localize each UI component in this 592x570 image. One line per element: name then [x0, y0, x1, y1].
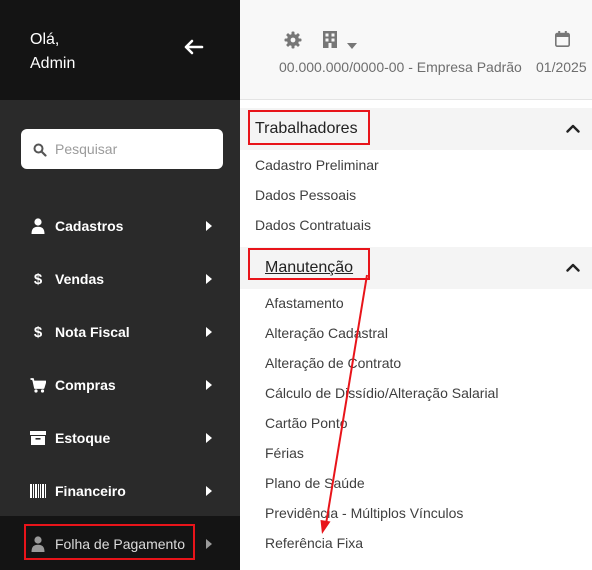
building-icon[interactable] — [323, 31, 337, 53]
submenu-item-label: Cálculo de Dissídio/Alteração Salarial — [265, 385, 499, 401]
caret-right-icon — [206, 486, 212, 496]
sidebar-item-estoque[interactable]: Estoque — [0, 418, 240, 458]
submenu-item-label: Alteração de Contrato — [265, 355, 402, 371]
dollar-icon: $ — [33, 270, 43, 288]
submenu-item[interactable]: Alteração de Contrato — [240, 348, 592, 378]
section-title: Trabalhadores — [255, 120, 358, 137]
sidebar-item-label: Cadastros — [55, 218, 124, 234]
submenu-item-label: Cartão Ponto — [265, 415, 348, 431]
dollar-icon: $ — [33, 323, 43, 341]
submenu-item-label: Referência Fixa — [265, 535, 364, 551]
submenu-item[interactable]: Dados Pessoais — [240, 180, 592, 210]
submenu-item[interactable]: Férias — [240, 438, 592, 468]
caret-right-icon — [206, 274, 212, 284]
sidebar-item-label: Estoque — [55, 430, 111, 446]
submenu-item-label: Férias — [265, 445, 304, 461]
submenu-item-label: Dados Contratuais — [255, 217, 371, 233]
calendar-icon[interactable] — [555, 31, 570, 52]
chevron-up-icon[interactable] — [566, 124, 580, 133]
company-name[interactable]: 00.000.000/0000-00 - Empresa Padrão — [279, 59, 522, 75]
greeting-hello: Olá, — [30, 31, 60, 48]
sidebar-item-folha-de-pagamento[interactable]: Folha de Pagamento — [0, 524, 240, 564]
user-icon — [30, 536, 46, 552]
archive-box-icon — [30, 430, 46, 446]
sidebar-item-label: Financeiro — [55, 483, 126, 499]
search-icon — [33, 143, 47, 157]
submenu-item-label: Plano de Saúde — [265, 475, 365, 491]
top-header: 00.000.000/0000-00 - Empresa Padrão 01/2… — [240, 0, 592, 100]
greeting-username: Admin — [30, 55, 76, 72]
submenu-item-label: Previdência - Múltiplos Vínculos — [265, 505, 464, 521]
submenu-item-label: Afastamento — [265, 295, 344, 311]
chevron-up-icon[interactable] — [566, 263, 580, 272]
sidebar-item-nota-fiscal[interactable]: $ Nota Fiscal — [0, 312, 240, 352]
submenu-item-label: Cadastro Preliminar — [255, 157, 379, 173]
submenu-item[interactable]: Plano de Saúde — [240, 468, 592, 498]
submenu-item[interactable]: Cartão Ponto — [240, 408, 592, 438]
submenu-item[interactable]: Previdência - Múltiplos Vínculos — [240, 498, 592, 528]
sidebar-item-cadastros[interactable]: Cadastros — [0, 206, 240, 246]
gear-icon[interactable] — [284, 31, 302, 54]
submenu-item[interactable]: Referência Fixa — [240, 528, 592, 558]
submenu-item[interactable]: Cadastro Preliminar — [240, 150, 592, 180]
sidebar-header: Olá, Admin — [0, 0, 240, 100]
caret-right-icon — [206, 327, 212, 337]
search-input[interactable] — [55, 135, 215, 163]
sidebar-item-label: Vendas — [55, 271, 105, 287]
sidebar-item-vendas[interactable]: $ Vendas — [0, 259, 240, 299]
sidebar-item-label: Compras — [55, 377, 116, 393]
section-title: Manutenção — [265, 259, 354, 276]
caret-right-icon — [206, 539, 212, 549]
arrow-left-icon[interactable] — [182, 36, 206, 64]
sidebar-item-label: Folha de Pagamento — [55, 536, 185, 552]
user-greeting: Olá, Admin — [30, 28, 75, 76]
submenu-item-label: Alteração Cadastral — [265, 325, 388, 341]
caret-right-icon — [206, 221, 212, 231]
barcode-icon — [30, 483, 46, 499]
submenu-item[interactable]: Afastamento — [240, 288, 592, 318]
sidebar-item-financeiro[interactable]: Financeiro — [0, 471, 240, 511]
chevron-down-icon[interactable] — [347, 36, 357, 54]
submenu-item[interactable]: Dados Contratuais — [240, 210, 592, 240]
cart-icon — [30, 377, 46, 393]
sidebar-item-label: Nota Fiscal — [55, 324, 130, 340]
period-value[interactable]: 01/2025 — [536, 59, 587, 75]
sidebar-search[interactable] — [21, 129, 223, 169]
sidebar-item-compras[interactable]: Compras — [0, 365, 240, 405]
submenu-item[interactable]: Cálculo de Dissídio/Alteração Salarial — [240, 378, 592, 408]
caret-right-icon — [206, 433, 212, 443]
section-manutencao[interactable]: Manutenção — [240, 247, 592, 289]
caret-right-icon — [206, 380, 212, 390]
user-icon — [30, 218, 46, 234]
submenu-item-label: Dados Pessoais — [255, 187, 357, 203]
section-trabalhadores[interactable]: Trabalhadores — [240, 108, 592, 150]
submenu-item[interactable]: Alteração Cadastral — [240, 318, 592, 348]
